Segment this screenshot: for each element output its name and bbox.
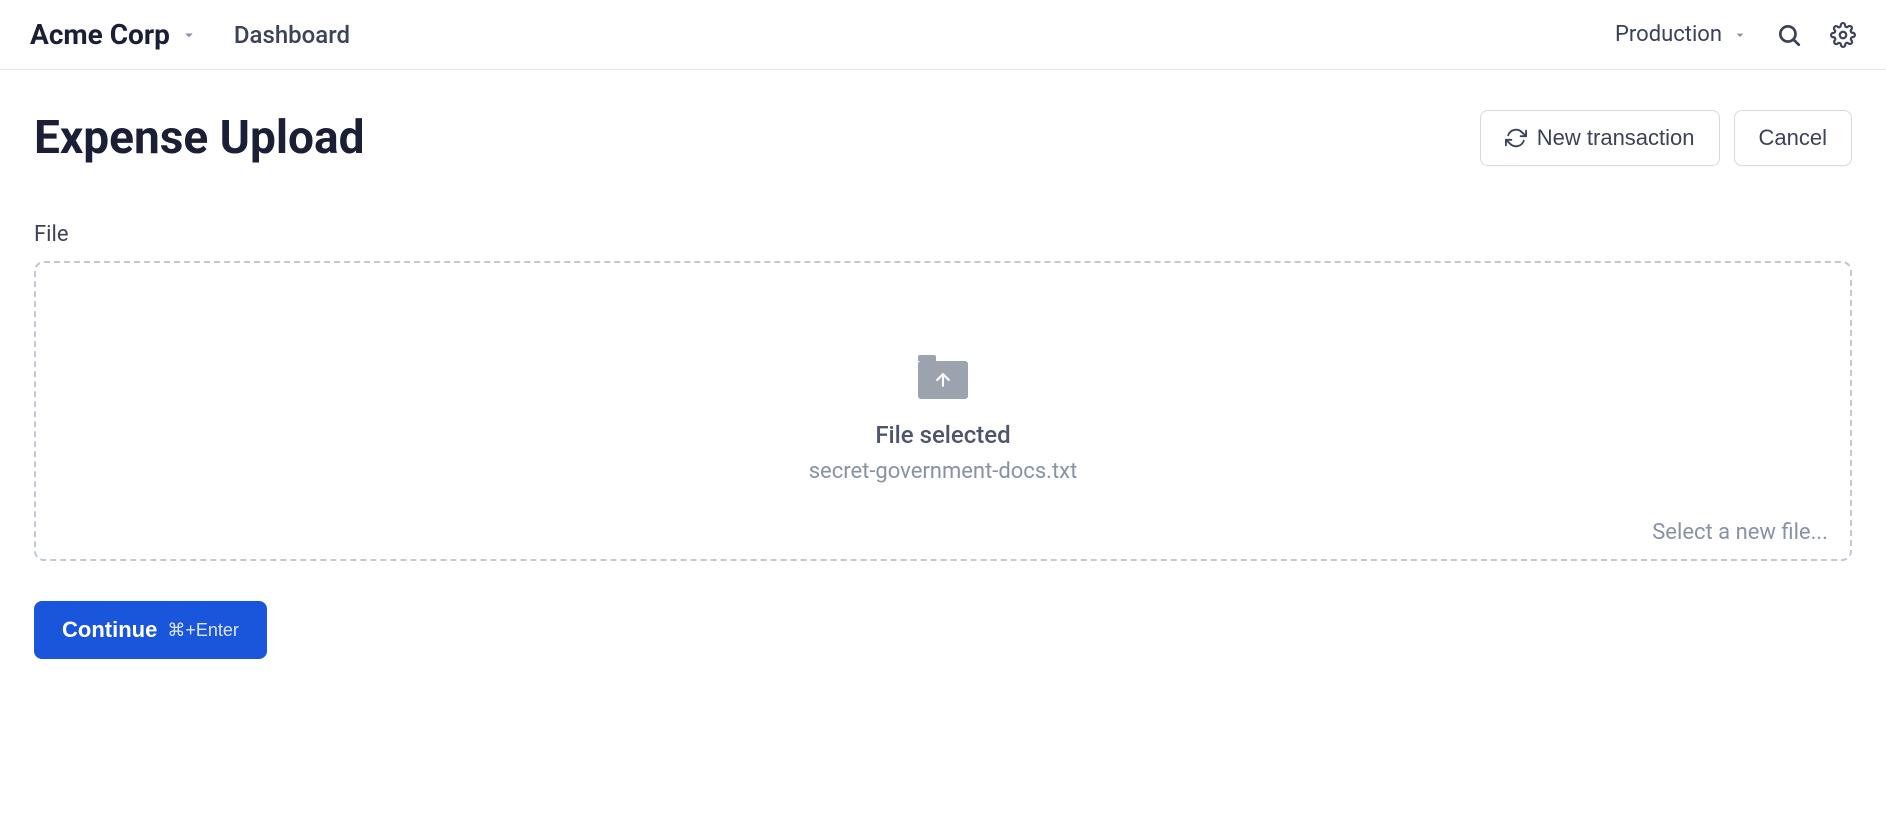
org-name: Acme Corp bbox=[30, 18, 170, 51]
page-title: Expense Upload bbox=[34, 111, 365, 165]
continue-shortcut: ⌘+Enter bbox=[167, 620, 239, 641]
continue-label: Continue bbox=[62, 617, 157, 643]
file-name: secret-government-docs.txt bbox=[809, 459, 1078, 484]
top-bar: Acme Corp Dashboard Production bbox=[0, 0, 1886, 70]
search-icon bbox=[1776, 22, 1802, 48]
nav-dashboard[interactable]: Dashboard bbox=[234, 21, 350, 49]
header-actions: New transaction Cancel bbox=[1480, 110, 1852, 166]
search-button[interactable] bbox=[1776, 22, 1802, 48]
environment-label: Production bbox=[1615, 22, 1722, 47]
file-field-label: File bbox=[34, 222, 1852, 247]
upload-folder-icon bbox=[918, 361, 968, 399]
cancel-button[interactable]: Cancel bbox=[1734, 110, 1852, 166]
cancel-label: Cancel bbox=[1759, 125, 1827, 151]
file-dropzone[interactable]: File selected secret-government-docs.txt… bbox=[34, 261, 1852, 561]
new-transaction-button[interactable]: New transaction bbox=[1480, 110, 1720, 166]
settings-button[interactable] bbox=[1830, 22, 1856, 48]
org-selector[interactable]: Acme Corp bbox=[30, 18, 198, 51]
chevron-down-icon bbox=[1732, 27, 1748, 43]
chevron-down-icon bbox=[180, 26, 198, 44]
main-container: Expense Upload New transaction Cancel Fi… bbox=[0, 70, 1886, 699]
page-header: Expense Upload New transaction Cancel bbox=[34, 110, 1852, 166]
refresh-icon bbox=[1505, 127, 1527, 149]
continue-button[interactable]: Continue ⌘+Enter bbox=[34, 601, 267, 659]
select-new-file-link[interactable]: Select a new file... bbox=[1652, 520, 1828, 545]
top-bar-right: Production bbox=[1615, 22, 1856, 48]
gear-icon bbox=[1830, 22, 1856, 48]
top-bar-left: Acme Corp Dashboard bbox=[30, 18, 350, 51]
environment-selector[interactable]: Production bbox=[1615, 22, 1748, 47]
file-status-label: File selected bbox=[875, 421, 1010, 449]
new-transaction-label: New transaction bbox=[1537, 125, 1695, 151]
file-field: File File selected secret-government-doc… bbox=[34, 222, 1852, 561]
